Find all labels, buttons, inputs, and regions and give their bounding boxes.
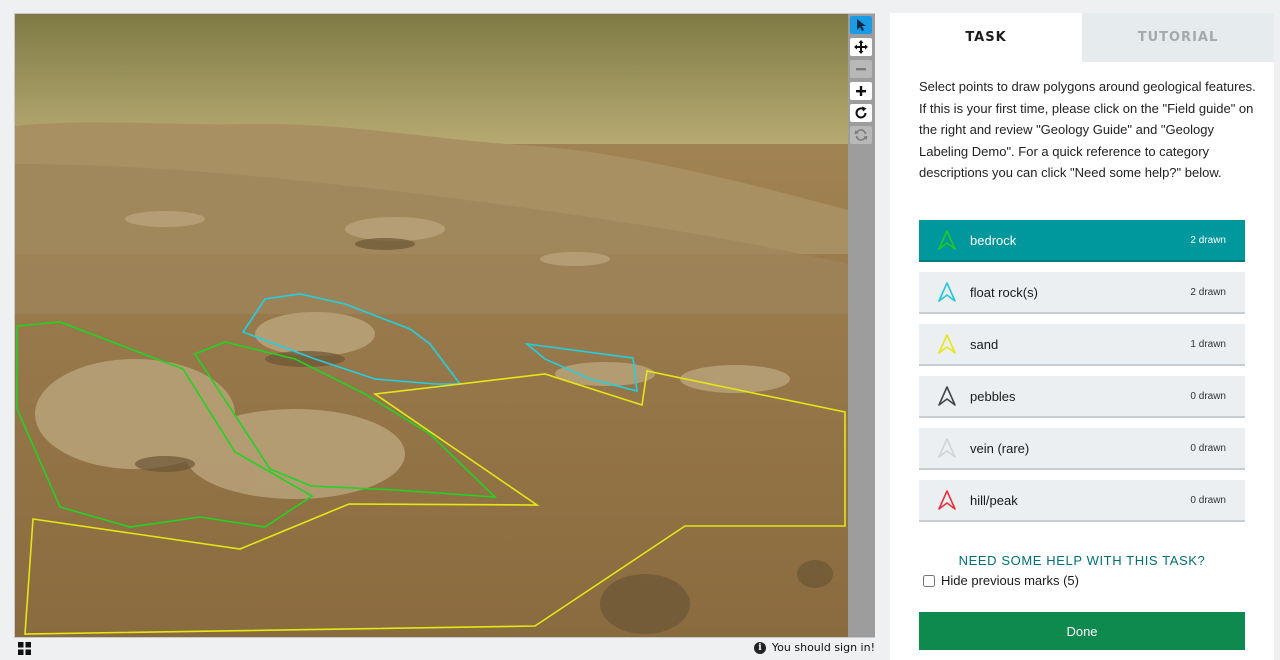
tab-tutorial[interactable]: TUTORIAL xyxy=(1082,13,1274,62)
pointer-tool-button[interactable] xyxy=(850,16,872,34)
polygon-tool-icon xyxy=(938,282,956,302)
pan-tool-button[interactable] xyxy=(850,38,872,56)
done-button[interactable]: Done xyxy=(919,612,1245,650)
choice-hill-peak[interactable]: hill/peak 0 drawn xyxy=(919,480,1245,522)
hide-marks-checkbox[interactable] xyxy=(923,574,935,587)
plus-icon xyxy=(856,86,866,96)
choice-count: 1 drawn xyxy=(1190,338,1226,350)
viewer-footer: i You should sign in! xyxy=(14,639,875,659)
classifier-page: i You should sign in! TASK TUTORIAL Sele… xyxy=(0,0,1280,660)
reset-icon xyxy=(854,129,868,141)
rotate-tool-button[interactable] xyxy=(850,104,872,122)
choice-label: sand xyxy=(970,336,999,352)
minus-icon xyxy=(856,68,866,71)
choice-bedrock[interactable]: bedrock 2 drawn xyxy=(919,220,1245,262)
move-icon xyxy=(854,40,868,54)
choice-count: 0 drawn xyxy=(1190,442,1226,454)
task-tabs: TASK TUTORIAL xyxy=(890,13,1274,62)
choice-label: bedrock xyxy=(970,232,1017,248)
choice-pebbles[interactable]: pebbles 0 drawn xyxy=(919,376,1245,418)
task-instructions: Select points to draw polygons around ge… xyxy=(919,79,1256,181)
subject-viewer xyxy=(14,13,875,638)
tool-choices: bedrock 2 drawn float rock(s) 2 drawn sa… xyxy=(919,220,1245,532)
polygon-tool-icon xyxy=(938,386,956,406)
choice-float-rocks[interactable]: float rock(s) 2 drawn xyxy=(919,272,1245,314)
rotate-icon xyxy=(855,106,867,119)
grid-view-icon[interactable] xyxy=(18,642,31,655)
choice-count: 2 drawn xyxy=(1190,286,1226,298)
sign-in-notice[interactable]: i You should sign in! xyxy=(753,641,875,654)
task-panel: TASK TUTORIAL Select points to draw poly… xyxy=(890,13,1274,660)
choice-label: float rock(s) xyxy=(970,284,1038,300)
polygon-tool-icon xyxy=(938,230,956,250)
reset-tool-button[interactable] xyxy=(850,126,872,144)
pointer-icon xyxy=(857,19,866,31)
polygon-tool-icon xyxy=(938,334,956,354)
choice-label: hill/peak xyxy=(970,492,1018,508)
polygon-tool-icon xyxy=(938,490,956,510)
info-icon: i xyxy=(753,641,766,654)
hide-marks-toggle[interactable]: Hide previous marks (5) xyxy=(923,573,1079,588)
choice-label: pebbles xyxy=(970,388,1016,404)
mars-terrain-image[interactable] xyxy=(15,14,848,637)
choice-count: 0 drawn xyxy=(1190,390,1226,402)
polygon-tool-icon xyxy=(938,438,956,458)
choice-label: vein (rare) xyxy=(970,440,1030,456)
viewer-toolbar xyxy=(848,14,875,637)
choice-count: 2 drawn xyxy=(1190,234,1226,246)
choice-vein[interactable]: vein (rare) 0 drawn xyxy=(919,428,1245,470)
subject-image[interactable] xyxy=(15,14,848,637)
help-link[interactable]: NEED SOME HELP WITH THIS TASK? xyxy=(890,553,1274,568)
choice-count: 0 drawn xyxy=(1190,494,1226,506)
zoom-out-tool-button[interactable] xyxy=(850,60,872,78)
choice-sand[interactable]: sand 1 drawn xyxy=(919,324,1245,366)
sign-in-text: You should sign in! xyxy=(771,641,875,654)
tab-task[interactable]: TASK xyxy=(890,13,1082,62)
zoom-in-tool-button[interactable] xyxy=(850,82,872,100)
hide-marks-label: Hide previous marks (5) xyxy=(941,573,1079,588)
